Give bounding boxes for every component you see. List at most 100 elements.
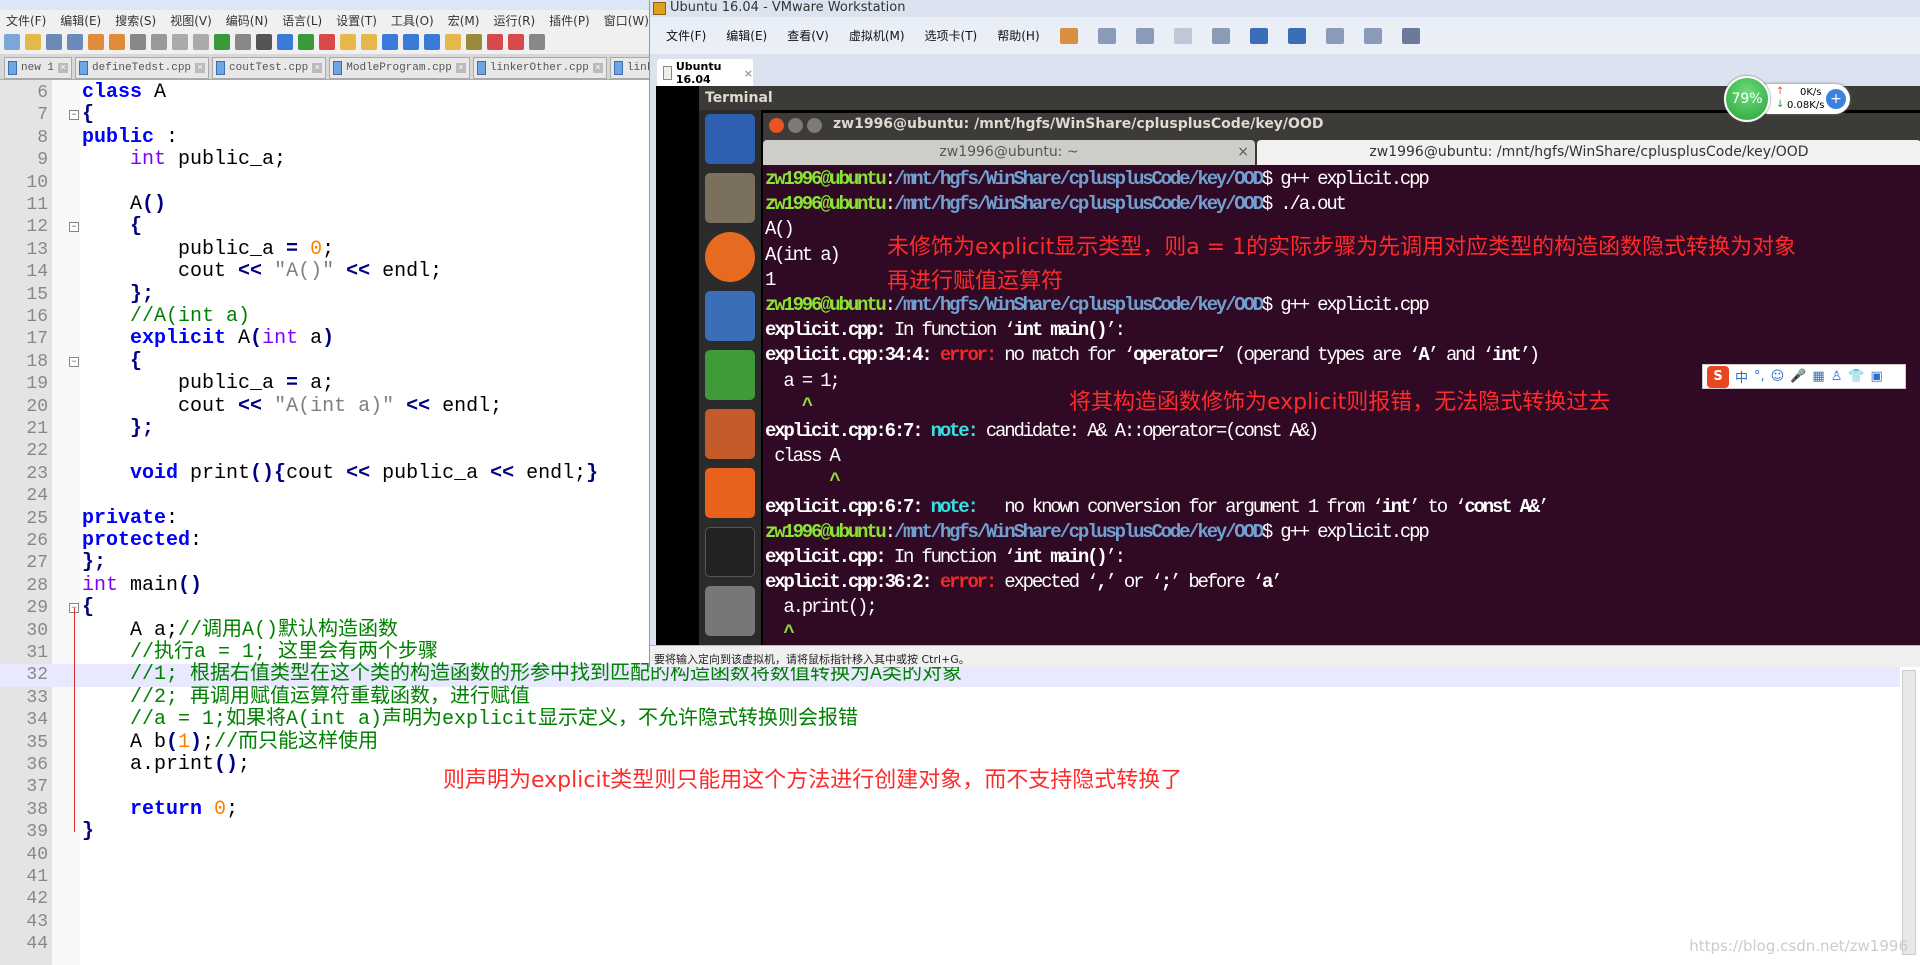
close-icon[interactable]: ×	[195, 63, 206, 73]
fold-toggle-icon[interactable]: −	[69, 110, 79, 121]
toolbar-button-icon[interactable]	[1287, 27, 1306, 44]
toolbar-button-icon[interactable]	[298, 34, 314, 50]
toolbar-button-icon[interactable]	[1173, 27, 1192, 44]
toolbox-icon[interactable]: ▣	[1871, 369, 1883, 384]
fold-toggle-icon[interactable]: −	[69, 356, 79, 367]
minimize-icon[interactable]	[788, 118, 803, 133]
file-tab[interactable]: defineTedst.cpp ×	[75, 57, 210, 79]
toolbar-button-icon[interactable]	[1211, 27, 1230, 44]
close-icon[interactable]: ×	[1237, 140, 1249, 165]
toolbar-button-icon[interactable]	[172, 34, 188, 50]
menu-item[interactable]: 工具(O)	[391, 12, 434, 29]
skin-icon[interactable]: 👕	[1848, 369, 1864, 384]
toolbar-button-icon[interactable]	[25, 34, 41, 50]
files-icon[interactable]	[705, 173, 755, 223]
close-icon[interactable]: ×	[592, 63, 603, 73]
toolbar-button-icon[interactable]	[130, 34, 146, 50]
keyboard-icon[interactable]: ▦	[1812, 369, 1824, 384]
toolbar-button-icon[interactable]	[277, 34, 293, 50]
user-icon[interactable]: ♙	[1831, 369, 1843, 384]
menu-item[interactable]: 编码(N)	[226, 12, 268, 29]
toolbar-button-icon[interactable]	[4, 34, 20, 50]
amazon-icon[interactable]	[705, 527, 755, 577]
fold-toggle-icon[interactable]: −	[69, 222, 79, 233]
punctuation-icon[interactable]: °,	[1754, 369, 1765, 384]
file-tab[interactable]: coutTest.cpp ×	[212, 57, 327, 79]
toolbar-button-icon[interactable]	[361, 34, 377, 50]
toolbar-button-icon[interactable]	[1325, 27, 1344, 44]
terminal-annotation-2: 将其构造函数修饰为explicit则报错，无法隐式转换过去	[1069, 390, 1611, 415]
plus-icon[interactable]: +	[1826, 89, 1846, 109]
toolbar-button-icon[interactable]	[1401, 27, 1420, 44]
toolbar-button-icon[interactable]	[466, 34, 482, 50]
menu-item[interactable]: 插件(P)	[549, 12, 590, 29]
toolbar-button-icon[interactable]	[1135, 27, 1154, 44]
code-token: A	[226, 327, 251, 351]
toolbar-button-icon[interactable]	[256, 34, 272, 50]
toolbar-button-icon[interactable]	[1363, 27, 1382, 44]
toolbar-button-icon[interactable]	[235, 34, 251, 50]
toolbar-button-icon[interactable]	[487, 34, 503, 50]
maximize-icon[interactable]	[807, 118, 822, 133]
menu-item[interactable]: 文件(F)	[666, 27, 706, 44]
network-speed-widget[interactable]: 79% ↑ 0K/s ↓ 0.08K/s +	[1724, 76, 1850, 122]
toolbar-button-icon[interactable]	[88, 34, 104, 50]
menu-item[interactable]: 选项卡(T)	[925, 27, 978, 44]
firefox-icon[interactable]	[705, 232, 755, 282]
writer-icon[interactable]	[705, 291, 755, 341]
toolbar-button-icon[interactable]	[46, 34, 62, 50]
terminal-tab-home[interactable]: zw1996@ubuntu: ~ ×	[763, 140, 1255, 165]
vertical-scrollbar[interactable]	[1902, 670, 1916, 955]
file-tab[interactable]: ModleProgram.cpp ×	[329, 57, 470, 79]
menu-item[interactable]: 查看(V)	[787, 27, 829, 44]
toolbar-button-icon[interactable]	[382, 34, 398, 50]
vm-tab-ubuntu[interactable]: Ubuntu 16.04 ×	[657, 59, 753, 87]
close-window-icon[interactable]	[769, 118, 784, 133]
menu-item[interactable]: 设置(T)	[336, 12, 377, 29]
toolbar-button-icon[interactable]	[403, 34, 419, 50]
toolbar-button-icon[interactable]	[1097, 27, 1116, 44]
microphone-icon[interactable]: 🎤	[1790, 369, 1806, 384]
close-icon[interactable]: ×	[455, 63, 466, 73]
ime-mode[interactable]: 中	[1735, 367, 1748, 386]
menu-item[interactable]: 窗口(W)	[604, 12, 649, 29]
menu-item[interactable]: 帮助(H)	[997, 27, 1039, 44]
dash-icon[interactable]	[705, 114, 755, 164]
menu-item[interactable]: 编辑(E)	[726, 27, 767, 44]
close-icon[interactable]: ×	[744, 67, 753, 80]
menu-item[interactable]: 文件(F)	[6, 12, 46, 29]
calc-icon[interactable]	[705, 350, 755, 400]
impress-icon[interactable]	[705, 409, 755, 459]
toolbar-button-icon[interactable]	[214, 34, 230, 50]
file-tab[interactable]: new 1 ×	[4, 57, 73, 79]
toolbar-button-icon[interactable]	[67, 34, 83, 50]
toolbar-button-icon[interactable]	[445, 34, 461, 50]
terminal-token: ’ before ‘	[1169, 571, 1264, 594]
close-icon[interactable]: ×	[312, 63, 323, 73]
menu-item[interactable]: 运行(R)	[493, 12, 535, 29]
toolbar-button-icon[interactable]	[1249, 27, 1268, 44]
terminal-tab-ood[interactable]: zw1996@ubuntu: /mnt/hgfs/WinShare/cplusp…	[1257, 140, 1920, 165]
toolbar-button-icon[interactable]	[529, 34, 545, 50]
file-tab[interactable]: linkerOther.cpp ×	[472, 57, 607, 79]
toolbar-button-icon[interactable]	[340, 34, 356, 50]
toolbar-button-icon[interactable]	[1059, 27, 1078, 44]
toolbar-button-icon[interactable]	[424, 34, 440, 50]
toolbar-button-icon[interactable]	[193, 34, 209, 50]
menu-item[interactable]: 视图(V)	[170, 12, 212, 29]
emoji-icon[interactable]: ☺	[1771, 369, 1785, 384]
line-number: 31	[26, 643, 48, 663]
menu-item[interactable]: 虚拟机(M)	[849, 27, 905, 44]
toolbar-button-icon[interactable]	[109, 34, 125, 50]
menu-item[interactable]: 编辑(E)	[60, 12, 101, 29]
toolbar-button-icon[interactable]	[508, 34, 524, 50]
settings-icon[interactable]	[705, 586, 755, 636]
sogou-ime-bar[interactable]: S 中 °, ☺ 🎤 ▦ ♙ 👕 ▣	[1702, 364, 1906, 389]
menu-item[interactable]: 宏(M)	[448, 12, 480, 29]
menu-item[interactable]: 搜索(S)	[115, 12, 156, 29]
software-center-icon[interactable]	[705, 468, 755, 518]
close-icon[interactable]: ×	[58, 63, 69, 73]
toolbar-button-icon[interactable]	[319, 34, 335, 50]
toolbar-button-icon[interactable]	[151, 34, 167, 50]
menu-item[interactable]: 语言(L)	[282, 12, 322, 29]
